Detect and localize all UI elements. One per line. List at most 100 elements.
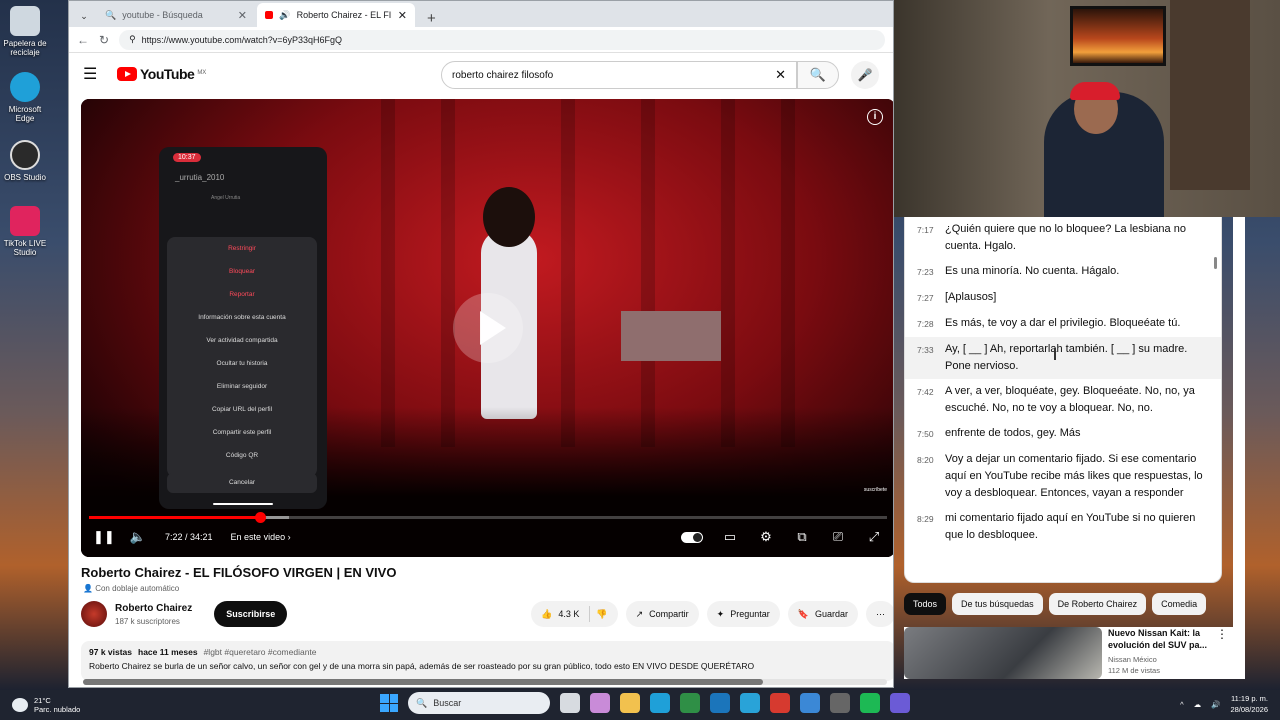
taskbar-app-icon[interactable] bbox=[560, 693, 580, 713]
url-field[interactable]: ⚲ https://www.youtube.com/watch?v=6yP33q… bbox=[119, 29, 885, 50]
fullscreen-icon[interactable]: ⤢ bbox=[865, 529, 883, 545]
time-display: 7:22 / 34:21 bbox=[165, 532, 213, 542]
filter-chip[interactable]: De Roberto Chairez bbox=[1048, 593, 1147, 615]
subscribe-button[interactable]: Suscribirse bbox=[214, 601, 288, 627]
play-overlay-icon[interactable] bbox=[453, 293, 523, 363]
cast-icon[interactable]: ⎚ bbox=[829, 529, 847, 545]
voice-search-button[interactable]: 🎤 bbox=[851, 61, 879, 89]
horizontal-scrollbar[interactable] bbox=[83, 679, 887, 685]
tab-actions-menu-icon[interactable]: ⌄ bbox=[73, 5, 95, 27]
youtube-logo[interactable]: YouTube MX bbox=[117, 66, 206, 82]
more-horizontal-icon: ⋯ bbox=[876, 608, 885, 619]
taskbar-app-icon[interactable] bbox=[650, 693, 670, 713]
taskbar-app-icon[interactable] bbox=[890, 693, 910, 713]
recommended-channel: Nissan México bbox=[1108, 655, 1157, 664]
filter-chip[interactable]: Comedia bbox=[1152, 593, 1207, 615]
close-tab-icon[interactable]: ✕ bbox=[398, 9, 407, 22]
taskbar-app-icon[interactable] bbox=[710, 693, 730, 713]
volume-icon[interactable]: 🔈 bbox=[129, 529, 147, 545]
desktop-icon-obs[interactable]: OBS Studio bbox=[2, 140, 48, 182]
taskbar-app-icon[interactable] bbox=[770, 693, 790, 713]
tab-search[interactable]: 🔍 youtube - Búsqueda ✕ bbox=[97, 3, 255, 27]
new-tab-button[interactable]: + bbox=[417, 10, 446, 27]
miniplayer-icon[interactable]: ⧉ bbox=[793, 529, 811, 545]
transcript-segment[interactable]: 8:29 mi comentario fijado aquí en YouTube… bbox=[905, 506, 1221, 548]
taskbar-app-icon[interactable] bbox=[830, 693, 850, 713]
page-scrollbar[interactable] bbox=[1233, 217, 1245, 679]
subtitles-icon[interactable]: ▭ bbox=[721, 529, 739, 545]
taskbar: 21°C Parc. nublado 🔍 Buscar ^ ☁ 🔊 11:19 … bbox=[0, 690, 1280, 720]
description-box[interactable]: 97 k vistas hace 11 meses #lgbt #quereta… bbox=[81, 641, 893, 681]
tab-youtube-video[interactable]: 🔊 Roberto Chairez - EL FILÓSOF ✕ bbox=[257, 3, 415, 27]
autoplay-toggle[interactable] bbox=[681, 531, 703, 543]
speaker-icon[interactable]: 🔊 bbox=[279, 10, 290, 21]
search-button[interactable]: 🔍 bbox=[797, 61, 839, 89]
speaker-icon[interactable]: 🔊 bbox=[1211, 700, 1220, 709]
ask-button[interactable]: ✦ Preguntar bbox=[706, 601, 780, 627]
share-button[interactable]: ↗ Compartir bbox=[625, 601, 699, 627]
more-vertical-icon[interactable]: ⋮ bbox=[1216, 627, 1228, 679]
close-tab-icon[interactable]: ✕ bbox=[238, 9, 247, 22]
clock[interactable]: 11:19 p. m. 28/08/2026 bbox=[1230, 693, 1268, 715]
edge-icon bbox=[10, 72, 40, 102]
video-player[interactable]: 10:37 _urrutia_2010 Angel Urrutia Restri… bbox=[81, 99, 893, 557]
transcript-segment[interactable]: 7:23 Es una minoría. No cuenta. Hágalo. bbox=[905, 259, 1221, 285]
pause-icon[interactable]: ❚❚ bbox=[93, 529, 115, 545]
channel-avatar[interactable] bbox=[81, 601, 107, 627]
network-icon[interactable]: ☁ bbox=[1194, 700, 1202, 709]
more-actions-button[interactable]: ⋯ bbox=[866, 601, 893, 627]
settings-gear-icon[interactable]: ⚙ bbox=[757, 529, 775, 545]
transcript-segment[interactable]: 7:17 ¿Quién quiere que no lo bloquee? La … bbox=[905, 217, 1221, 259]
thumbs-down-icon[interactable]: 👎 bbox=[596, 609, 607, 620]
menu-icon[interactable]: ☰ bbox=[83, 64, 107, 84]
windows-start-icon[interactable] bbox=[380, 694, 398, 712]
recommended-thumbnail[interactable] bbox=[904, 627, 1102, 679]
phone-menu-item: Eliminar seguidor bbox=[216, 383, 268, 390]
chevron-up-icon[interactable]: ^ bbox=[1180, 700, 1184, 709]
taskbar-app-icon[interactable] bbox=[740, 693, 760, 713]
taskbar-app-icon[interactable] bbox=[620, 693, 640, 713]
filter-chip[interactable]: De tus búsquedas bbox=[952, 593, 1043, 615]
site-info-icon[interactable]: ⚲ bbox=[129, 34, 136, 45]
taskbar-app-icon[interactable] bbox=[860, 693, 880, 713]
transcript-segment[interactable]: 7:28 Es más, te voy a dar el privilegio. … bbox=[905, 311, 1221, 337]
transcript-segment[interactable]: 7:50 enfrente de todos, gey. Más bbox=[905, 421, 1221, 447]
taskbar-app-icon[interactable] bbox=[590, 693, 610, 713]
transcript-timestamp: 7:33 bbox=[917, 345, 934, 355]
transcript-segment[interactable]: 8:20 Voy a dejar un comentario fijado. Si… bbox=[905, 447, 1221, 506]
taskbar-app-icon[interactable] bbox=[680, 693, 700, 713]
channel-info[interactable]: Roberto Chairez 187 k suscriptores bbox=[115, 603, 192, 626]
hashtags[interactable]: #lgbt #queretaro #comediante bbox=[204, 647, 317, 657]
upload-age: hace 11 meses bbox=[138, 647, 198, 657]
recommended-title[interactable]: Nuevo Nissan Kait: la evolución del SUV … bbox=[1108, 627, 1208, 651]
recommended-video[interactable]: Nuevo Nissan Kait: la evolución del SUV … bbox=[904, 627, 1234, 679]
player-controls: ❚❚ 🔈 7:22 / 34:21 En este video › ▭ ⚙ ⧉ … bbox=[81, 517, 893, 557]
like-count: 4.3 K bbox=[558, 609, 580, 619]
transcript-segment[interactable]: 7:42 A ver, a ver, bloquéate, gey. Bloque… bbox=[905, 379, 1221, 421]
search-input[interactable]: roberto chairez filosofo ✕ bbox=[441, 61, 797, 89]
taskbar-app-icon[interactable] bbox=[800, 693, 820, 713]
desktop-icon-edge[interactable]: Microsoft Edge bbox=[2, 72, 48, 123]
desktop-icon-label: Papelera de reciclaje bbox=[3, 39, 47, 57]
desktop-icon-recycle-bin[interactable]: Papelera de reciclaje bbox=[2, 6, 48, 57]
filter-chip[interactable]: Todos bbox=[904, 593, 947, 615]
taskbar-search[interactable]: 🔍 Buscar bbox=[408, 692, 550, 714]
like-button[interactable]: 👍 4.3 K 👎 bbox=[531, 601, 618, 627]
weather-widget[interactable]: 21°C Parc. nublado bbox=[0, 696, 300, 714]
in-this-video-button[interactable]: En este video › bbox=[231, 532, 291, 542]
clear-search-icon[interactable]: ✕ bbox=[775, 67, 786, 83]
desktop-icon-tiktok-live[interactable]: TikTok LIVE Studio bbox=[2, 206, 48, 257]
search-icon: 🔍 bbox=[416, 697, 428, 708]
save-button[interactable]: 🔖 Guardar bbox=[787, 601, 858, 627]
phone-menu-item: Reportar bbox=[229, 291, 255, 298]
transcript-scrollbar[interactable] bbox=[1214, 257, 1217, 269]
back-icon[interactable]: ← bbox=[77, 33, 89, 47]
transcript-segment[interactable]: 7:33 Ay, [ __ ] Ah, reportarlah también. … bbox=[905, 337, 1221, 379]
scrollbar-thumb[interactable] bbox=[83, 679, 763, 685]
info-icon[interactable]: i bbox=[867, 109, 883, 125]
transcript-timestamp: 7:42 bbox=[917, 387, 934, 397]
reload-icon[interactable]: ↻ bbox=[99, 33, 109, 47]
transcript-segment[interactable]: 7:27 [Aplausos] bbox=[905, 285, 1221, 311]
youtube-favicon-icon bbox=[265, 11, 274, 19]
thumbs-up-icon: 👍 bbox=[541, 608, 553, 619]
